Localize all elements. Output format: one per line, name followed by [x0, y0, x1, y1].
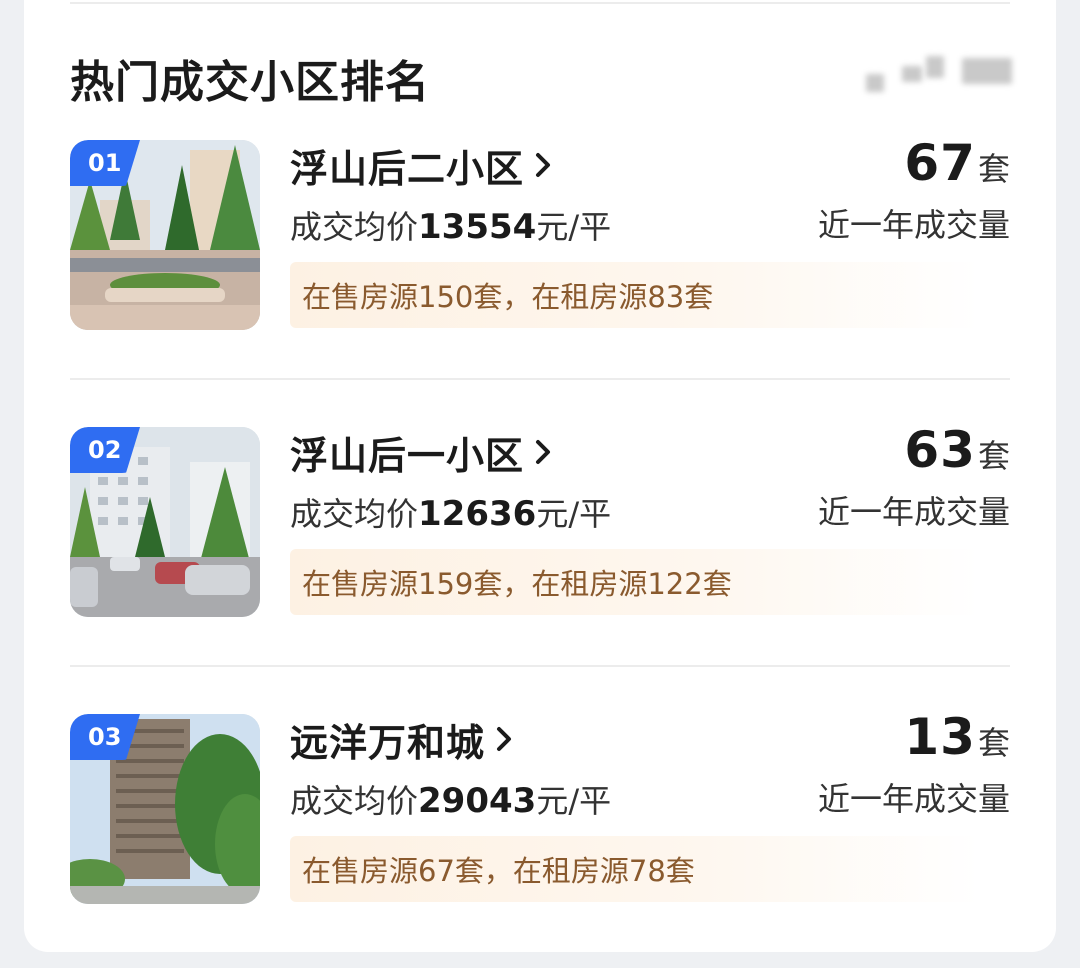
divider: [70, 378, 1010, 380]
more-link-blurred[interactable]: [866, 52, 1016, 96]
deal-count-value: 63: [904, 421, 976, 479]
list-item[interactable]: 01 浮山后二小区 成交均价13554元/平 在售房源150套，在租房源83套 …: [70, 134, 1010, 330]
community-name-link[interactable]: 远洋万和城: [290, 714, 513, 765]
community-photo[interactable]: 03: [70, 714, 260, 904]
list-item[interactable]: 02 浮山后一小区 成交均价12636元/平 在售房源159套，在租房源122套…: [70, 421, 1010, 617]
avg-price-unit: 元/平: [536, 208, 612, 246]
deal-count-value: 13: [904, 708, 976, 766]
avg-price: 成交均价29043元/平: [290, 776, 611, 822]
deal-count: 13 套: [904, 708, 1010, 766]
avg-price: 成交均价12636元/平: [290, 489, 611, 535]
chevron-right-icon: [497, 727, 512, 751]
avg-price-unit: 元/平: [536, 782, 612, 820]
deal-count-label: 近一年成交量: [817, 206, 1010, 244]
deal-count-unit: 套: [977, 724, 1010, 762]
chevron-right-icon: [536, 440, 551, 464]
listing-info[interactable]: 在售房源159套，在租房源122套: [290, 549, 980, 615]
community-photo[interactable]: 01: [70, 140, 260, 330]
community-name: 远洋万和城: [290, 720, 486, 765]
section-title: 热门成交小区排名: [70, 57, 430, 108]
listing-info[interactable]: 在售房源67套，在租房源78套: [290, 836, 980, 902]
avg-price-label: 成交均价: [290, 495, 419, 533]
avg-price-value: 12636: [418, 494, 537, 534]
community-name: 浮山后一小区: [290, 433, 525, 478]
hot-deals-card: 热门成交小区排名 01 浮山后二小区 成交均价13554元/平 在售房源150套…: [24, 0, 1056, 952]
listing-info[interactable]: 在售房源150套，在租房源83套: [290, 262, 980, 328]
divider: [70, 2, 1010, 4]
deal-count: 67 套: [904, 134, 1010, 192]
list-item[interactable]: 03 远洋万和城 成交均价29043元/平 在售房源67套，在租房源78套 13…: [70, 708, 1010, 904]
deal-count-unit: 套: [977, 150, 1010, 188]
deal-count-label: 近一年成交量: [817, 493, 1010, 531]
chevron-right-icon: [536, 153, 551, 177]
community-name-link[interactable]: 浮山后一小区: [290, 427, 552, 478]
community-name-link[interactable]: 浮山后二小区: [290, 140, 552, 191]
avg-price-value: 13554: [418, 207, 537, 247]
avg-price-label: 成交均价: [290, 782, 419, 820]
deal-count-unit: 套: [977, 437, 1010, 475]
community-name: 浮山后二小区: [290, 146, 525, 191]
deal-count-label: 近一年成交量: [817, 780, 1010, 818]
avg-price: 成交均价13554元/平: [290, 202, 611, 248]
avg-price-unit: 元/平: [536, 495, 612, 533]
deal-count-value: 67: [904, 134, 976, 192]
divider: [70, 665, 1010, 667]
avg-price-label: 成交均价: [290, 208, 419, 246]
avg-price-value: 29043: [418, 781, 537, 821]
community-photo[interactable]: 02: [70, 427, 260, 617]
deal-count: 63 套: [904, 421, 1010, 479]
